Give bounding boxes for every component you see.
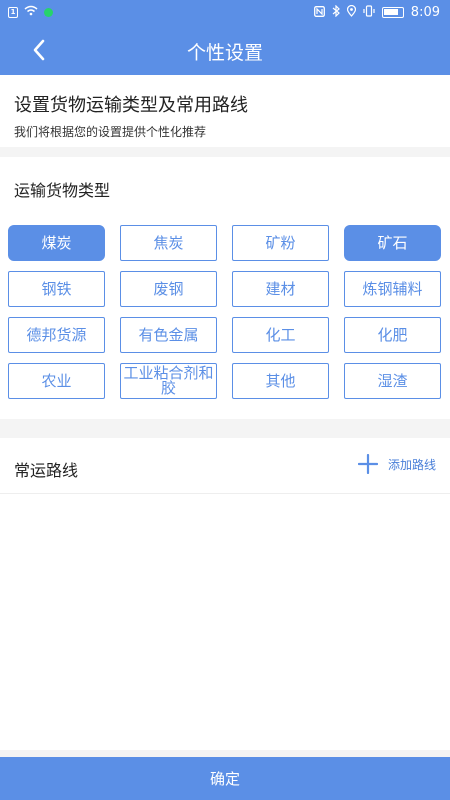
cargo-chip-fertilizer[interactable]: 化肥 — [344, 317, 441, 353]
cargo-chip-building-materials[interactable]: 建材 — [232, 271, 329, 307]
add-route-label: 添加路线 — [387, 457, 436, 472]
intro-section: 设置货物运输类型及常用路线 我们将根据您的设置提供个性化推荐 — [0, 75, 450, 147]
cargo-chip-other[interactable]: 其他 — [232, 363, 329, 399]
cargo-chip-deppon-source[interactable]: 德邦货源 — [8, 317, 105, 353]
cargo-chip-coal[interactable]: 煤炭 — [8, 225, 105, 261]
cargo-chip-steel[interactable]: 钢铁 — [8, 271, 105, 307]
confirm-button[interactable]: 确定 — [0, 757, 450, 800]
cargo-chip-chemicals[interactable]: 化工 — [232, 317, 329, 353]
cargo-chip-wet-slag[interactable]: 湿渣 — [344, 363, 441, 399]
plus-icon — [357, 454, 378, 474]
cargo-chip-industrial-adhesives[interactable]: 工业粘合剂和胶 — [120, 363, 217, 399]
cargo-type-title: 运输货物类型 — [14, 181, 111, 200]
cargo-chip-agriculture[interactable]: 农业 — [8, 363, 105, 399]
cargo-chip-coke[interactable]: 焦炭 — [120, 225, 217, 261]
vibrate-icon — [363, 5, 375, 20]
routes-section: 常运路线 添加路线 — [0, 438, 450, 494]
nfc-icon — [313, 5, 325, 20]
battery-icon — [381, 7, 404, 18]
app-header: 个性设置 — [0, 26, 450, 75]
bluetooth-icon — [332, 4, 340, 20]
sim-icon: 1 — [8, 6, 18, 18]
cargo-type-section: 运输货物类型 煤炭 焦炭 矿粉 矿石 钢铁 废钢 建材 炼钢辅料 德邦货源 有色… — [0, 157, 450, 419]
status-bar: 1 8:09 — [0, 0, 450, 26]
cargo-type-grid: 煤炭 焦炭 矿粉 矿石 钢铁 废钢 建材 炼钢辅料 德邦货源 有色金属 化工 化… — [8, 225, 441, 399]
status-left: 1 — [8, 5, 53, 19]
status-right: 8:09 — [313, 4, 440, 20]
status-time: 8:09 — [410, 5, 440, 20]
cargo-chip-scrap-steel[interactable]: 废钢 — [120, 271, 217, 307]
cargo-chip-ore-powder[interactable]: 矿粉 — [232, 225, 329, 261]
location-icon — [346, 4, 356, 20]
cargo-chip-steelmaking-auxiliary[interactable]: 炼钢辅料 — [344, 271, 441, 307]
routes-title: 常运路线 — [14, 461, 79, 480]
cargo-chip-ore[interactable]: 矿石 — [344, 225, 441, 261]
intro-subtitle: 我们将根据您的设置提供个性化推荐 — [14, 125, 207, 139]
wifi-icon — [24, 5, 38, 19]
intro-title: 设置货物运输类型及常用路线 — [14, 95, 248, 116]
app-notification-icon — [44, 7, 53, 17]
cargo-chip-nonferrous-metals[interactable]: 有色金属 — [120, 317, 217, 353]
routes-list-area — [0, 494, 450, 750]
add-route-button[interactable]: 添加路线 — [357, 454, 436, 474]
page-title: 个性设置 — [186, 42, 263, 64]
